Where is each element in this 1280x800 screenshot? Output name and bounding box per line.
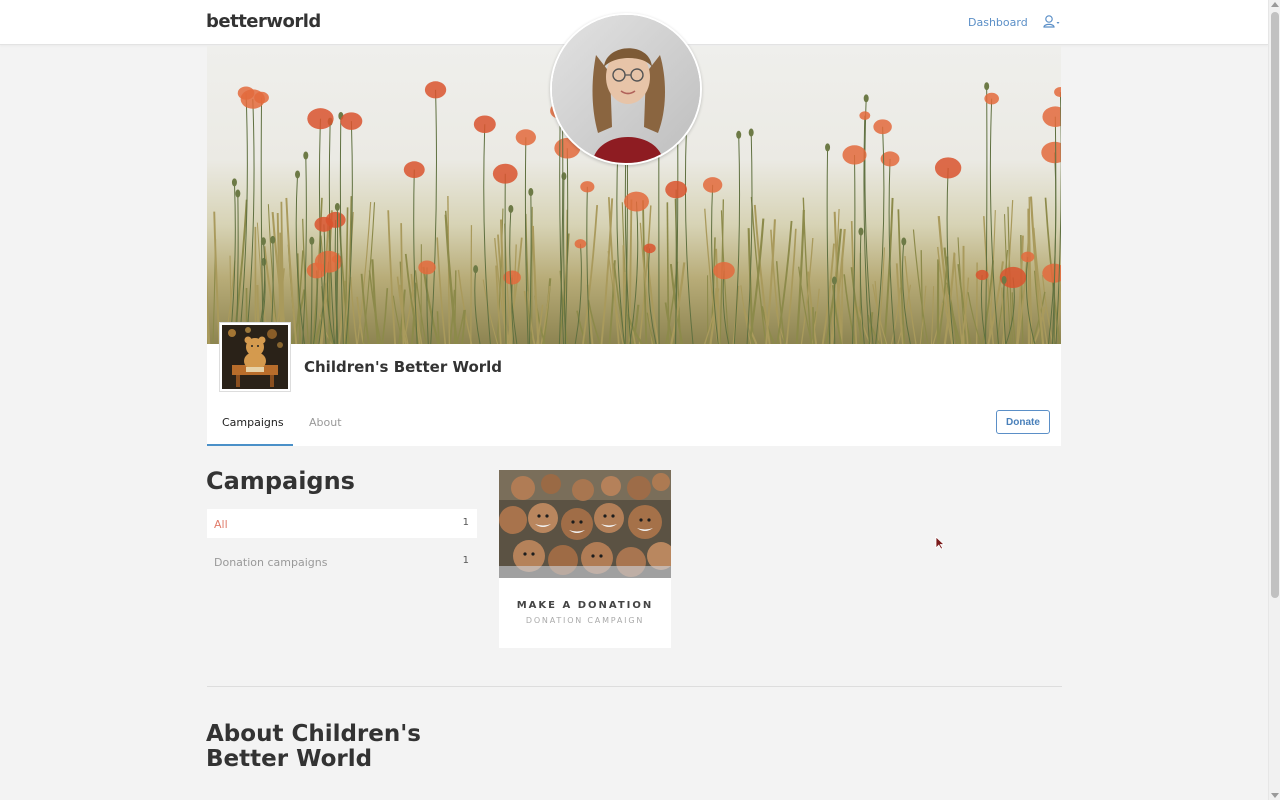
active-tab-indicator [207,444,293,446]
org-name: Children's Better World [304,358,503,376]
campaign-card-title: MAKE A DONATION [516,600,654,611]
campaign-card[interactable]: MAKE A DONATION DONATION CAMPAIGN [499,470,671,648]
nav-dashboard-link[interactable]: Dashboard [968,16,1028,29]
scroll-thumb[interactable] [1271,12,1279,598]
scrollbar[interactable] [1268,0,1280,800]
campaigns-heading: Campaigns [206,467,355,495]
mouse-cursor-icon [935,535,946,554]
filter-donation-campaigns[interactable]: Donation campaigns 1 [207,547,477,576]
tab-about[interactable]: About [309,416,342,429]
donate-button[interactable]: Donate [996,410,1050,434]
user-menu-icon[interactable] [1043,14,1063,30]
tab-campaigns[interactable]: Campaigns [222,416,284,429]
filter-all[interactable]: All 1 [207,509,477,538]
org-logo [219,322,291,392]
filter-label: Donation campaigns [214,556,328,569]
profile-avatar [550,13,702,165]
scroll-up-arrow-icon[interactable] [1271,2,1279,7]
scroll-down-arrow-icon[interactable] [1271,793,1279,798]
filter-label: All [214,518,228,531]
profile-header: Children's Better World Campaigns About … [207,322,1061,446]
site-logo[interactable]: betterworld [206,11,321,32]
section-divider [207,686,1062,687]
campaign-card-subtitle: DONATION CAMPAIGN [525,616,645,625]
filter-count: 1 [462,517,469,528]
campaign-card-image [499,470,671,578]
about-heading: About Children's Better World [206,721,421,772]
filter-count: 1 [462,555,469,566]
